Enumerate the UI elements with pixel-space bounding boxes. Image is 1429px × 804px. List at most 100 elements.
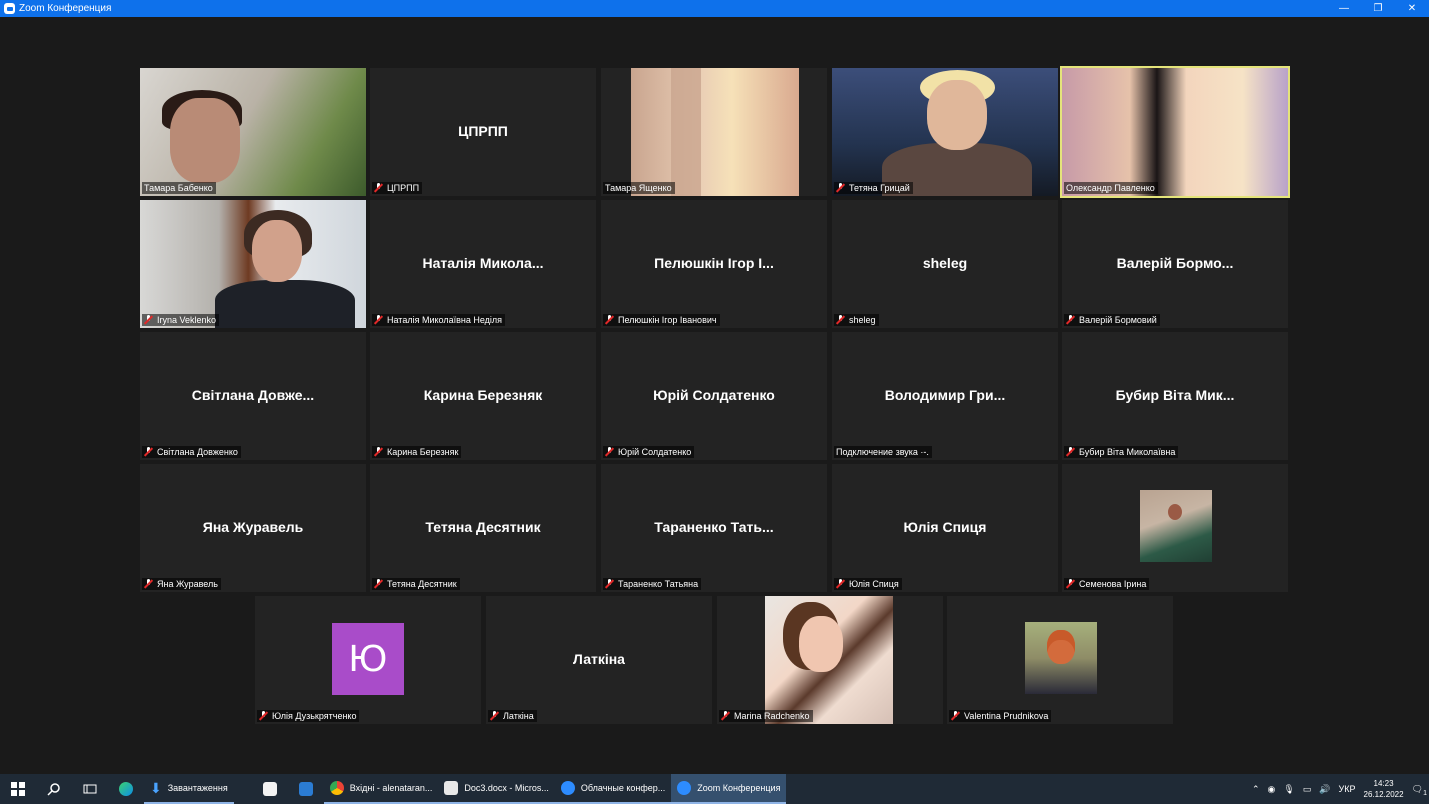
participant-name-label: Валерій Бормовий	[1064, 314, 1160, 326]
start-button[interactable]	[0, 774, 36, 804]
participant-tile[interactable]: Юлія Спиця Юлія Спиця	[832, 464, 1058, 592]
muted-mic-icon	[605, 579, 614, 589]
muted-mic-icon	[721, 711, 730, 721]
notification-count: 1	[1423, 789, 1427, 797]
participant-name-label: Тамара Бабенко	[142, 182, 216, 194]
restore-button[interactable]: ❐	[1361, 0, 1395, 17]
profile-picture	[1140, 490, 1212, 562]
muted-mic-icon	[144, 447, 153, 457]
participant-video	[140, 200, 366, 328]
participant-display-name: Володимир Гри...	[884, 387, 1006, 403]
avatar-initial: Ю	[332, 623, 404, 695]
taskbar-app-zoom-meeting[interactable]: Zoom Конференция	[671, 774, 787, 804]
muted-mic-icon	[836, 315, 845, 325]
document-icon	[444, 781, 459, 795]
muted-mic-icon	[1066, 447, 1075, 457]
clock[interactable]: 14:23 26.12.2022	[1364, 778, 1404, 800]
participant-name-label: Латкіна	[488, 710, 537, 722]
taskbar-app-zoom-cloud[interactable]: Облачные конфер...	[554, 774, 672, 804]
taskbar-app-chrome[interactable]: Вхідні - alenataran...	[323, 774, 439, 804]
participant-tile[interactable]: Яна Журавель Яна Журавель	[140, 464, 366, 592]
participant-tile[interactable]: Тамара Ященко	[601, 68, 827, 196]
notification-icon[interactable]: 🗨 1	[1412, 784, 1427, 797]
active-speaker-tile[interactable]: Олександр Павленко	[1060, 66, 1290, 198]
participant-video	[832, 68, 1058, 196]
edge-taskbar-button[interactable]	[108, 774, 144, 804]
windows-logo-icon	[11, 782, 25, 796]
participant-tile[interactable]: Valentina Prudnikova	[947, 596, 1173, 724]
participant-display-name: Валерій Бормо...	[1116, 255, 1234, 271]
participant-display-name: Юлія Спиця	[903, 519, 987, 535]
participant-name-label: Наталія Миколаївна Неділя	[372, 314, 506, 326]
muted-mic-icon	[374, 315, 383, 325]
taskbar-app-label: Doc3.docx - Micros...	[464, 783, 549, 793]
participant-name-label: ЦПРПП	[372, 182, 423, 194]
taskbar-app-label: Облачные конфер...	[580, 783, 666, 793]
taskbar-app-label: Завантаження	[167, 783, 228, 793]
participant-tile[interactable]: Iryna Veklenko	[140, 200, 366, 328]
participant-tile[interactable]: sheleg sheleg	[832, 200, 1058, 328]
participant-tile[interactable]: Світлана Довже... Світлана Довженко	[140, 332, 366, 460]
participant-name-label: Юлія Дузькрятченко	[257, 710, 360, 722]
edge-icon	[119, 782, 133, 796]
taskbar-app-word-doc[interactable]: Doc3.docx - Micros...	[438, 774, 555, 804]
task-view-icon	[83, 784, 97, 794]
participant-tile[interactable]: Валерій Бормо... Валерій Бормовий	[1062, 200, 1288, 328]
muted-mic-icon	[144, 315, 153, 325]
participant-video	[140, 68, 366, 196]
muted-mic-icon	[1066, 315, 1075, 325]
muted-mic-icon	[605, 315, 614, 325]
participant-name-label: Marina Radchenko	[719, 710, 813, 722]
participant-tile[interactable]: Карина Березняк Карина Березняк	[370, 332, 596, 460]
participant-name-label: Яна Журавель	[142, 578, 221, 590]
participant-name-label: Бубир Віта Миколаївна	[1064, 446, 1179, 458]
participant-display-name: Яна Журавель	[202, 519, 304, 535]
participant-name-label: sheleg	[834, 314, 879, 326]
language-indicator[interactable]: УКР	[1339, 784, 1356, 794]
window-titlebar: Zoom Конференция — ❐ ✕	[0, 0, 1429, 17]
store-taskbar-button[interactable]	[252, 774, 288, 804]
participant-name-label: Юрій Солдатенко	[603, 446, 695, 458]
mail-taskbar-button[interactable]	[288, 774, 324, 804]
participant-tile[interactable]: ЦПРПП ЦПРПП	[370, 68, 596, 196]
network-icon[interactable]: ▭	[1303, 784, 1312, 795]
mail-icon	[298, 782, 313, 796]
volume-icon[interactable]: 🔊	[1319, 784, 1330, 795]
muted-mic-icon	[605, 447, 614, 457]
chevron-up-icon[interactable]: ⌃	[1252, 784, 1260, 795]
window-controls: — ❐ ✕	[1327, 0, 1429, 17]
participant-name-label: Світлана Довженко	[142, 446, 241, 458]
participant-tile[interactable]: Тетяна Грицай	[832, 68, 1058, 196]
camera-icon[interactable]: ◉	[1268, 784, 1276, 795]
task-view-button[interactable]	[72, 774, 108, 804]
participant-tile[interactable]: Тамара Бабенко	[140, 68, 366, 196]
participant-tile[interactable]: Ю Юлія Дузькрятченко	[255, 596, 481, 724]
muted-mic-icon	[374, 579, 383, 589]
participant-tile[interactable]: Володимир Гри... Подключение звука ·-.	[832, 332, 1058, 460]
participant-tile[interactable]: Наталія Микола... Наталія Миколаївна Нед…	[370, 200, 596, 328]
participant-name-label: Тараненко Татьяна	[603, 578, 702, 590]
clock-date: 26.12.2022	[1363, 790, 1404, 799]
participant-tile[interactable]: Латкіна Латкіна	[486, 596, 712, 724]
chrome-icon	[329, 781, 344, 795]
participant-display-name: Наталія Микола...	[422, 255, 544, 271]
search-button[interactable]	[36, 774, 72, 804]
participant-tile[interactable]: Семенова Ірина	[1062, 464, 1288, 592]
taskbar-app-downloads[interactable]: ⬇ Завантаження	[144, 774, 234, 804]
participant-display-name: Латкіна	[573, 651, 625, 667]
minimize-button[interactable]: —	[1327, 0, 1361, 17]
participant-name-label: Пелюшкін Ігор Іванович	[603, 314, 720, 326]
participant-tile[interactable]: Пелюшкін Ігор І... Пелюшкін Ігор Іванови…	[601, 200, 827, 328]
microphone-icon[interactable]: 🎙	[1283, 784, 1294, 795]
participant-tile[interactable]: Юрій Солдатенко Юрій Солдатенко	[601, 332, 827, 460]
participant-tile[interactable]: Тараненко Тать... Тараненко Татьяна	[601, 464, 827, 592]
participant-tile[interactable]: Marina Radchenko	[717, 596, 943, 724]
muted-mic-icon	[144, 579, 153, 589]
muted-mic-icon	[1066, 579, 1075, 589]
participant-name-label: Iryna Veklenko	[142, 314, 220, 326]
close-button[interactable]: ✕	[1395, 0, 1429, 17]
participant-tile[interactable]: Тетяна Десятник Тетяна Десятник	[370, 464, 596, 592]
participant-tile[interactable]: Бубир Віта Мик... Бубир Віта Миколаївна	[1062, 332, 1288, 460]
system-tray: ⌃ ◉ 🎙 ▭ 🔊 УКР 14:23 26.12.2022 🗨 1	[1252, 774, 1429, 804]
muted-mic-icon	[951, 711, 960, 721]
